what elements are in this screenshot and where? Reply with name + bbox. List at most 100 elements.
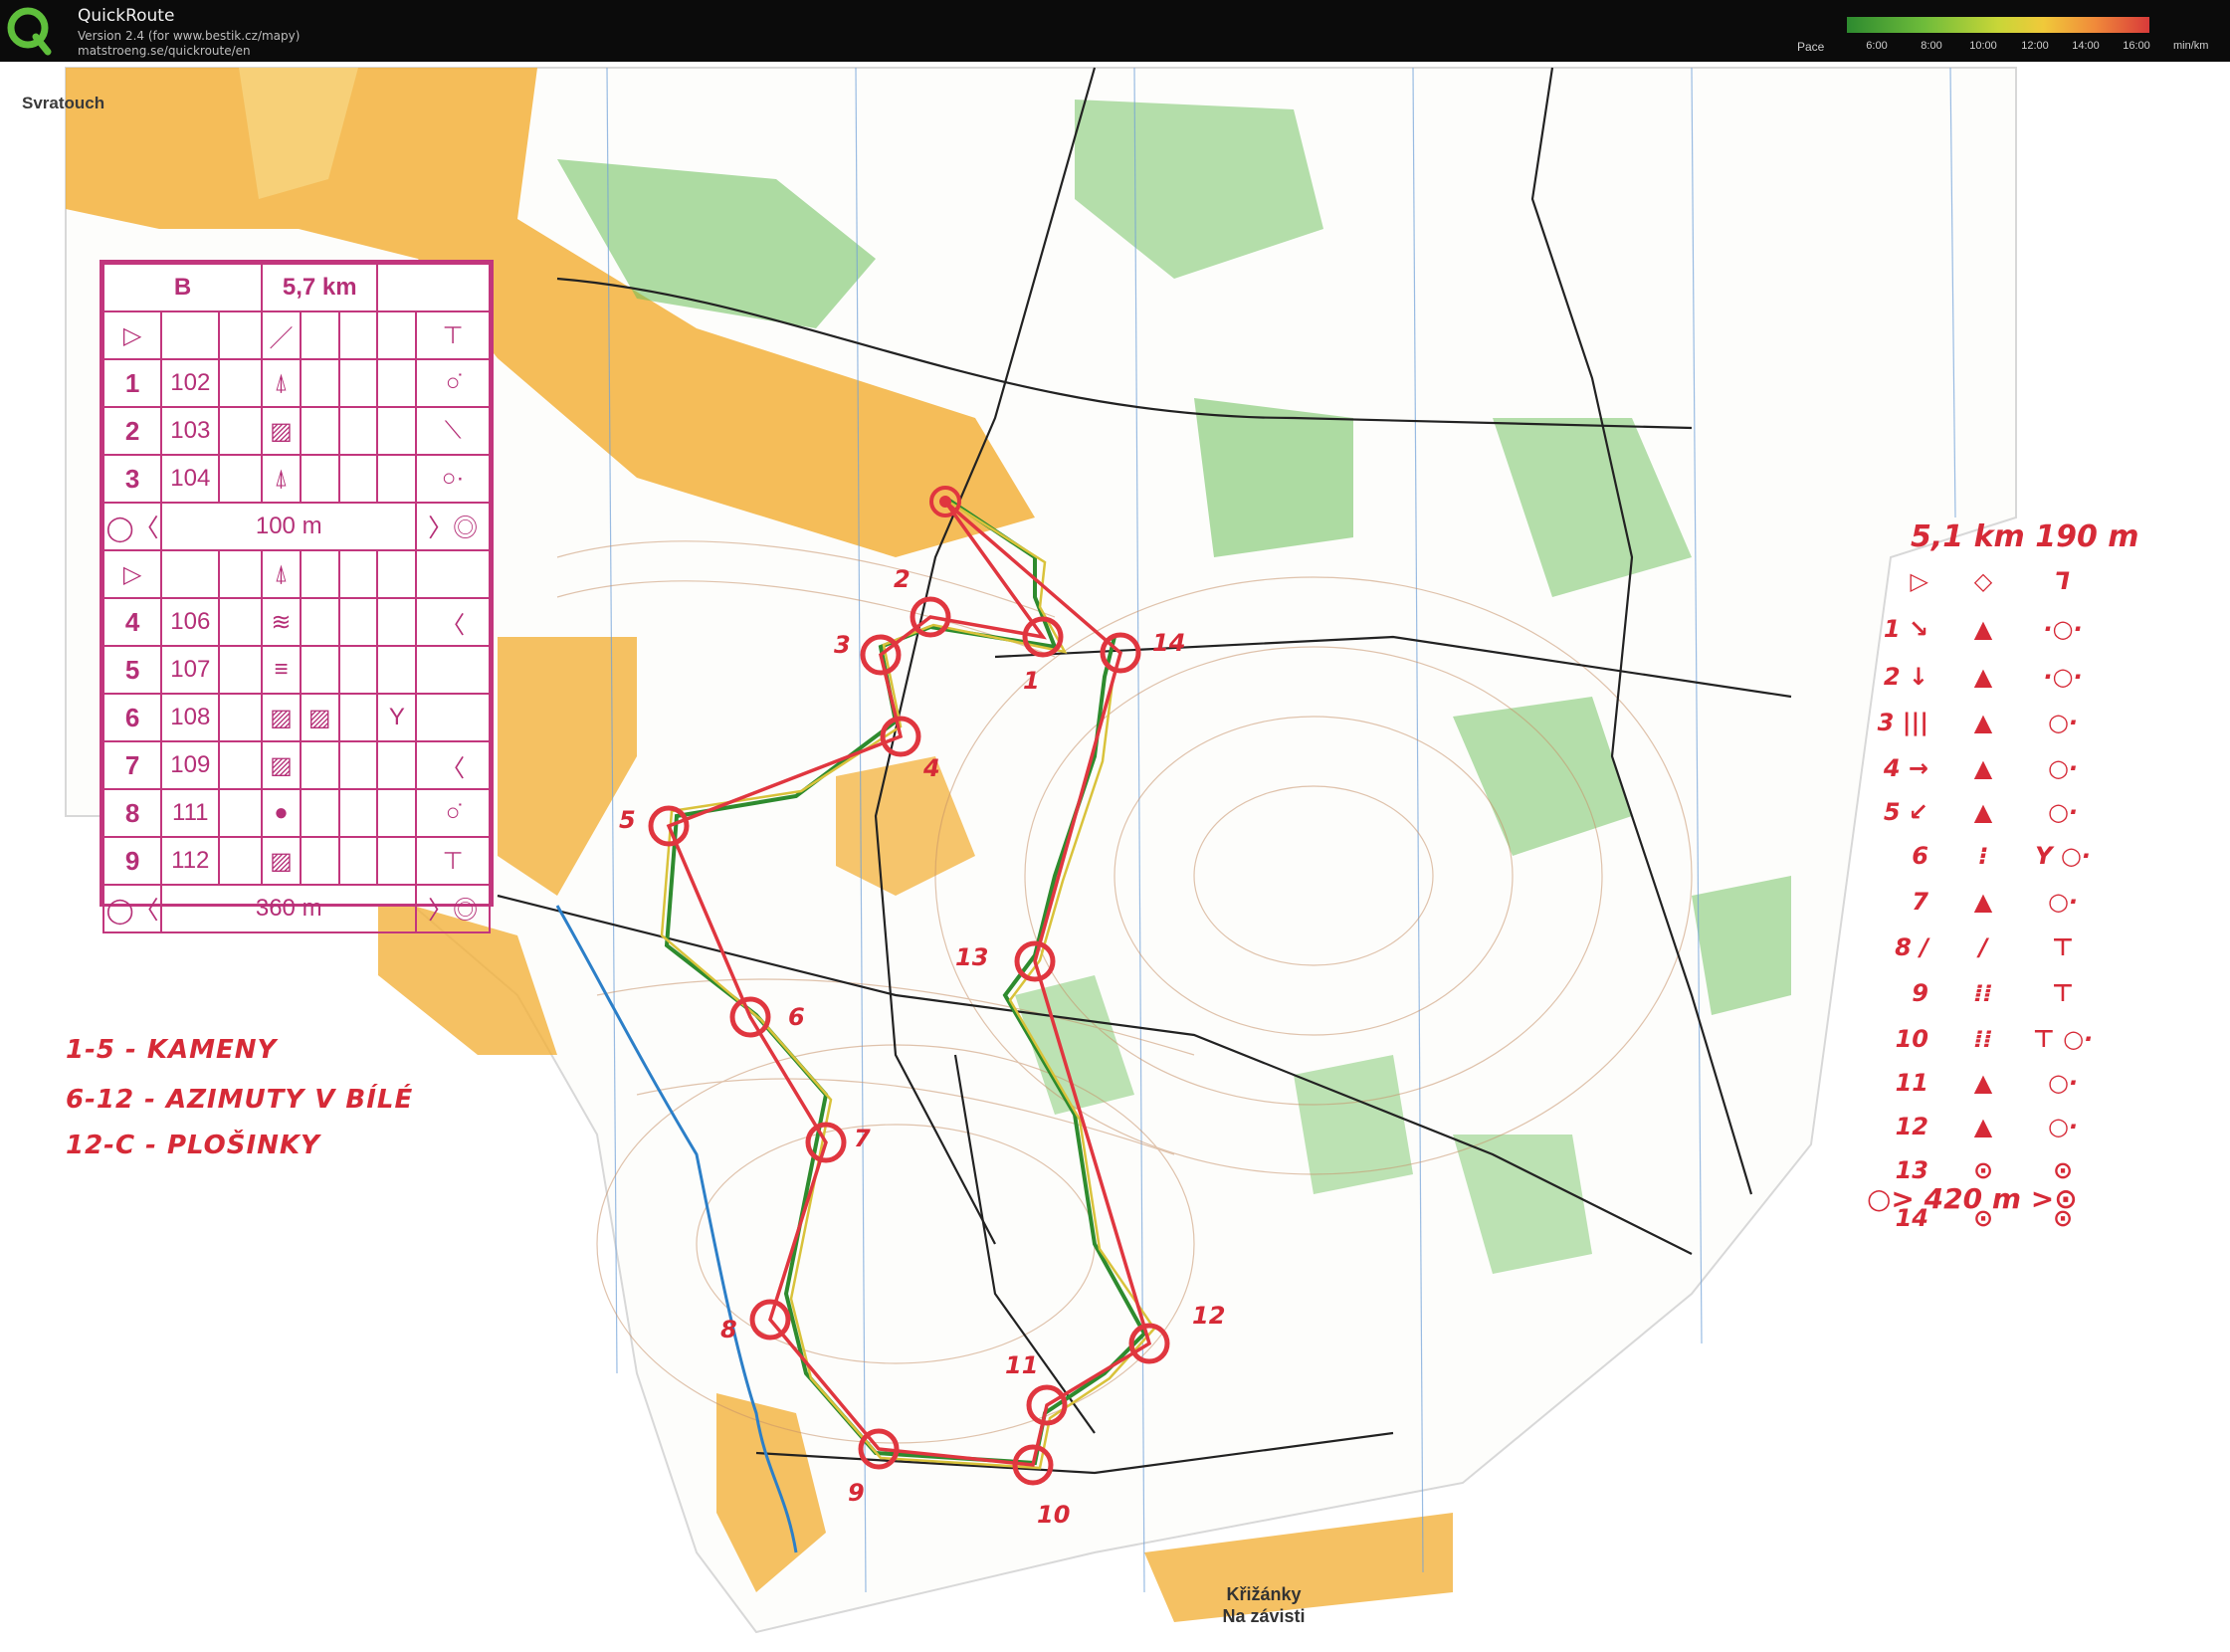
rock-area-icon: ▨ — [261, 740, 302, 790]
card-control-row: 1 102 ⍋ ○̇ — [101, 358, 491, 408]
control-number: 6 — [101, 693, 163, 742]
start-triangle-icon: ▷ — [101, 549, 163, 599]
rock-area-icon: ▨ — [299, 693, 340, 742]
control-code: 106 — [160, 597, 221, 647]
location-icon: ○· — [415, 454, 491, 504]
pace-color-scale — [1847, 17, 2149, 33]
start-triangle-icon: ▷ — [101, 310, 163, 360]
control-number: 7 — [101, 740, 163, 790]
forest-green-area — [1294, 1055, 1413, 1194]
quickroute-logo-icon — [7, 7, 52, 56]
control-description-card: B 5,7 km ▷ ／ ⊤ 1 102 ⍋ ○̇ 2 103 ▨ ⟍ 3 10… — [100, 260, 494, 933]
card-leg-row: ◯〈 100 m 〉◎ — [101, 502, 491, 551]
card-class: B — [101, 263, 264, 312]
control-code: 102 — [160, 358, 221, 408]
card-header-row: B 5,7 km — [101, 263, 491, 312]
control-number-1: 1 — [1023, 667, 1040, 695]
pace-tick: 6:00 — [1866, 40, 1888, 52]
feature-slash-icon: ／ — [261, 310, 302, 360]
handwritten-note-1: 1-5 - KAMENY — [66, 1035, 278, 1065]
control-number-14: 14 — [1152, 629, 1185, 657]
forest-green-area — [1194, 398, 1353, 557]
control-code: 108 — [160, 693, 221, 742]
card-start-row: ▷ ／ ⊤ — [101, 310, 491, 360]
control-number-13: 13 — [955, 943, 988, 971]
control-number: 1 — [101, 358, 163, 408]
leg-end-icon: 〉◎ — [415, 502, 491, 551]
card-finish-row: ◯〈 360 m 〉◎ — [101, 884, 491, 933]
location-icon: ⊤ — [415, 310, 491, 360]
pace-tick: 16:00 — [2123, 40, 2150, 52]
card-length: 5,7 km — [261, 263, 379, 312]
pace-tick: 10:00 — [1969, 40, 1997, 52]
location-icon: ○̇ — [415, 788, 491, 838]
handwritten-course-length: 5,1 km 190 m — [1911, 519, 2139, 554]
location-icon: ○̇ — [415, 358, 491, 408]
location-icon: 〈 — [415, 597, 491, 647]
control-number-3: 3 — [834, 631, 851, 659]
leg-start-icon: ◯〈 — [101, 502, 163, 551]
card-control-row: 8 111 ● ○̇ — [101, 788, 491, 838]
handwritten-note-2: 6-12 - AZIMUTY V BÍLÉ — [66, 1085, 414, 1115]
location-icon: ⟍ — [415, 406, 491, 456]
control-number: 8 — [101, 788, 163, 838]
dot-feature-icon: ● — [261, 788, 302, 838]
card-control-row: 5 107 ≡ — [101, 645, 491, 695]
app-url[interactable]: matstroeng.se/quickroute/en — [78, 44, 251, 58]
pace-tick: 8:00 — [1921, 40, 1942, 52]
control-number-5: 5 — [619, 806, 636, 834]
rock-area-icon: ▨ — [261, 406, 302, 456]
control-number: 9 — [101, 836, 163, 886]
control-number: 3 — [101, 454, 163, 504]
control-number-2: 2 — [894, 565, 911, 593]
handwritten-finish-leg: ○> 420 m >⊙ — [1867, 1182, 2078, 1215]
control-code: 112 — [160, 836, 221, 886]
pace-unit: min/km — [2173, 40, 2209, 52]
card-control-row: 6 108 ▨ ▨ Y — [101, 693, 491, 742]
location-icon: 〈 — [415, 740, 491, 790]
control-number-6: 6 — [788, 1003, 805, 1031]
pace-tick: 12:00 — [2021, 40, 2049, 52]
control-code: 103 — [160, 406, 221, 456]
control-number: 4 — [101, 597, 163, 647]
card-control-row: 7 109 ▨ 〈 — [101, 740, 491, 790]
finish-distance: 360 m — [160, 884, 418, 933]
tree-icon: ⍋ — [261, 454, 302, 504]
handwritten-note-3: 12-C - PLOŠINKY — [66, 1131, 320, 1160]
pace-tick: 14:00 — [2072, 40, 2100, 52]
card-control-row: 9 112 ▨ ⊤ — [101, 836, 491, 886]
control-code: 109 — [160, 740, 221, 790]
rock-area-icon: ▨ — [261, 693, 302, 742]
location-icon — [415, 645, 491, 695]
control-code: 104 — [160, 454, 221, 504]
terrace-icon: ≡ — [261, 645, 302, 695]
finish-end-icon: 〉◎ — [415, 884, 491, 933]
tree-icon: ⍋ — [261, 358, 302, 408]
control-number: 2 — [101, 406, 163, 456]
finish-start-icon: ◯〈 — [101, 884, 163, 933]
card-control-row: 2 103 ▨ ⟍ — [101, 406, 491, 456]
app-version: Version 2.4 (for www.bestik.cz/mapy) — [78, 29, 301, 43]
rock-area-icon: ▨ — [261, 836, 302, 886]
card-control-row: 4 106 ≋ 〈 — [101, 597, 491, 647]
tree-icon: ⍋ — [261, 549, 302, 599]
map-title: Svratouch — [22, 94, 105, 112]
pace-label: Pace — [1797, 40, 1825, 54]
pace-tick-labels: 6:00 8:00 10:00 12:00 14:00 16:00 — [1847, 40, 2175, 54]
control-code: 111 — [160, 788, 221, 838]
card-restart-row: ▷ ⍋ — [101, 549, 491, 599]
control-number-10: 10 — [1037, 1501, 1070, 1529]
control-number-12: 12 — [1192, 1302, 1225, 1330]
app-header: QuickRoute Version 2.4 (for www.bestik.c… — [0, 0, 2230, 62]
control-number-8: 8 — [720, 1316, 737, 1343]
app-name: QuickRoute — [78, 6, 175, 26]
control-code: 107 — [160, 645, 221, 695]
junction-icon: Y — [376, 693, 418, 742]
card-control-row: 3 104 ⍋ ○· — [101, 454, 491, 504]
control-number: 5 — [101, 645, 163, 695]
place-label-krizanky: Křižánky — [1226, 1584, 1302, 1604]
leg-distance: 100 m — [160, 502, 418, 551]
control-number-11: 11 — [1005, 1351, 1038, 1379]
control-number-9: 9 — [848, 1479, 865, 1507]
place-label-na-zavisti: Na závisti — [1222, 1606, 1306, 1626]
